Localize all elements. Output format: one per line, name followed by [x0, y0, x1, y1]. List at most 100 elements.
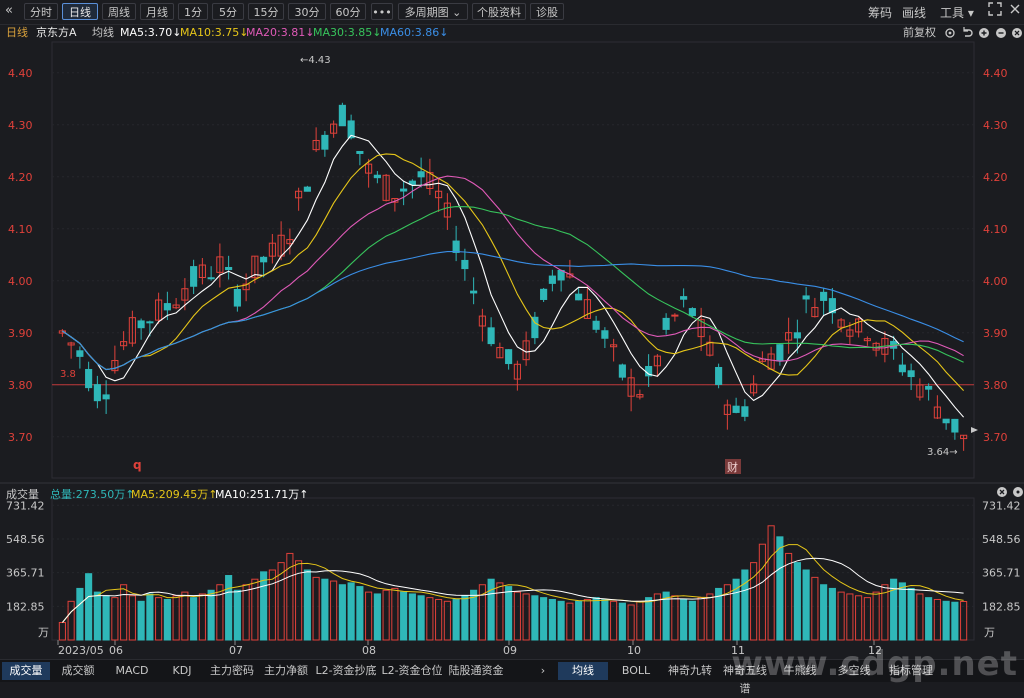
price-volume-chart[interactable]: 4.40 4.40 4.30 4.30 4.20 4.20 4.10 4.10 4.00 4.00… — [0, 0, 1024, 659]
x-tick-label: 09 — [503, 644, 517, 657]
candle-body — [505, 349, 513, 365]
volume-bar — [741, 569, 749, 641]
candle-body — [741, 406, 749, 417]
volume-unit-right: 万 — [984, 626, 995, 639]
volume-bar — [942, 600, 950, 641]
volume-bar — [461, 595, 469, 641]
candle-body — [951, 418, 959, 433]
price-tick-left: 4.20 — [8, 171, 33, 184]
volume-bar — [356, 586, 364, 641]
volume-bar — [706, 593, 714, 641]
volume-total: 总量:273.50万↑ — [50, 488, 135, 501]
volume-bar — [697, 597, 705, 641]
volume-close-icon[interactable] — [996, 486, 1008, 501]
candle-body — [592, 320, 600, 330]
volume-unit-left: 万 — [38, 626, 49, 639]
tab-left-5[interactable]: 主力净额 — [260, 662, 312, 680]
candle-body — [163, 303, 171, 311]
candle-body — [338, 104, 346, 127]
volume-bar — [505, 586, 513, 641]
tabs-scroll-arrow[interactable]: › — [536, 662, 550, 680]
tab-right-0[interactable]: 均线 — [558, 662, 608, 680]
volume-bar — [347, 582, 355, 641]
volume-bar — [268, 569, 276, 641]
volume-bar — [338, 584, 346, 641]
candle-body — [601, 330, 609, 339]
volume-bar — [417, 595, 425, 641]
candle-body — [233, 288, 241, 307]
volume-bar — [102, 595, 110, 641]
price-tick-left: 3.70 — [8, 431, 33, 444]
candle-body — [321, 134, 329, 150]
ma5-line — [62, 134, 965, 418]
volume-bar — [863, 597, 871, 641]
candle-body — [671, 314, 679, 317]
volume-bar — [426, 597, 434, 641]
price-tick-right: 4.00 — [983, 275, 1008, 288]
marker-q: q — [133, 458, 142, 472]
volume-bar — [172, 595, 180, 641]
volume-ma5: MA5:209.45万↑ — [131, 488, 218, 501]
candle-body — [793, 332, 801, 339]
price-tick-right: 4.30 — [983, 119, 1008, 132]
tab-left-1[interactable]: 成交额 — [52, 662, 104, 680]
volume-bar — [907, 587, 915, 641]
volume-bar — [233, 589, 241, 641]
candle-body — [461, 259, 469, 270]
volume-settings-icon[interactable] — [1012, 486, 1024, 501]
candle-body — [137, 320, 145, 329]
volume-bar — [898, 582, 906, 641]
price-tick-right: 4.40 — [983, 67, 1008, 80]
volume-title: 成交量 — [6, 488, 39, 501]
high-annotation: ←4.43 — [300, 55, 331, 66]
volume-bar — [207, 589, 215, 641]
candle-body — [540, 288, 548, 300]
volume-bar — [513, 591, 521, 641]
candle-body — [225, 266, 233, 271]
volume-bar — [820, 584, 828, 641]
volume-bar — [443, 600, 451, 641]
volume-bar — [767, 525, 775, 641]
volume-bar — [583, 598, 591, 641]
volume-bar — [636, 600, 644, 641]
low-annotation: 3.64→ — [927, 447, 958, 458]
volume-bar — [146, 593, 154, 641]
candle-body — [373, 174, 381, 179]
volume-bar — [592, 597, 600, 641]
candle-body — [925, 385, 933, 390]
tab-left-0[interactable]: 成交量 — [2, 662, 50, 680]
volume-tick-right: 548.56 — [982, 533, 1021, 546]
volume-bar — [627, 604, 635, 641]
tab-left-6[interactable]: L2-资金抄底 — [314, 662, 378, 680]
tab-left-2[interactable]: MACD — [106, 662, 158, 680]
tab-left-4[interactable]: 主力密码 — [206, 662, 258, 680]
volume-bar — [618, 602, 626, 641]
volume-bar — [610, 600, 618, 641]
ma60-line — [62, 251, 964, 371]
tab-left-7[interactable]: L2-资金仓位 — [380, 662, 444, 680]
candle-body — [400, 188, 408, 192]
candle-body — [907, 370, 915, 378]
volume-bar — [321, 578, 329, 641]
volume-bar — [408, 593, 416, 641]
volume-bar — [76, 587, 84, 641]
volume-bar — [452, 598, 460, 641]
tab-right-1[interactable]: BOLL — [610, 662, 662, 680]
candle-body — [618, 364, 626, 378]
tab-right-2[interactable]: 神奇九转 — [664, 662, 716, 680]
tab-left-8[interactable]: 陆股通资金 — [446, 662, 506, 680]
volume-bar — [391, 587, 399, 641]
volume-tick-right: 731.42 — [982, 499, 1021, 512]
candle-body — [417, 171, 425, 178]
volume-tick-left: 182.85 — [6, 600, 45, 613]
volume-bar — [601, 598, 609, 641]
volume-bar — [531, 595, 539, 641]
volume-ma5-line — [62, 544, 964, 623]
volume-bar — [303, 569, 311, 641]
candle-body — [146, 321, 154, 324]
candle-body — [942, 418, 950, 424]
tab-left-3[interactable]: KDJ — [160, 662, 204, 680]
candle-body — [303, 186, 311, 192]
volume-bar — [828, 587, 836, 641]
volume-bar — [487, 578, 495, 641]
